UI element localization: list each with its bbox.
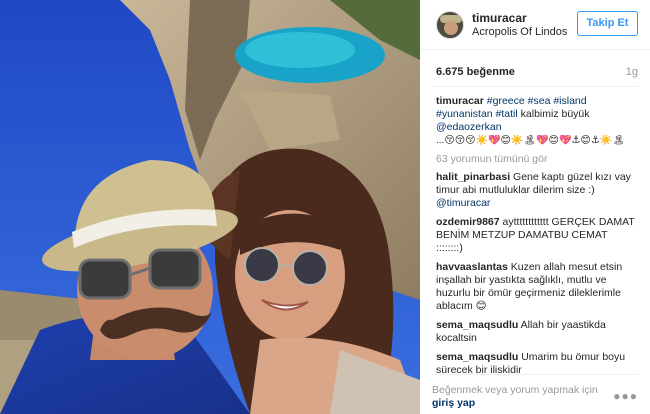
post-photo[interactable] [0,0,420,414]
comments-list: timuracar #greece #sea #island #yunanist… [436,95,636,383]
avatar[interactable] [436,11,464,39]
view-all-comments-link[interactable]: 63 yorumun tümünü gör [436,153,636,165]
post-header: timuracar Acropolis Of Lindos Takip Et [420,0,650,50]
post-footer: Beğenmek veya yorum yapmak için giriş ya… [432,374,638,410]
post-username[interactable]: timuracar [472,11,527,25]
login-prompt: Beğenmek veya yorum yapmak için giriş ya… [432,384,612,410]
comment-item: sema_maqsudlu Allah bir yaastikda kocalt… [436,319,636,345]
caption-text: kalbimiz büyük [520,108,590,120]
comment-mention[interactable]: @timuracar [436,197,490,209]
comment-username[interactable]: ozdemir9867 [436,216,500,228]
caption-username[interactable]: timuracar [436,95,484,107]
more-options-icon[interactable]: ●●● [613,389,638,403]
comment-username[interactable]: havvaaslantas [436,261,508,273]
comment-item: ozdemir9867 aytttttttttttt GERÇEK DAMAT … [436,216,636,255]
avatar-face-shape [444,21,458,35]
post-location[interactable]: Acropolis Of Lindos [472,26,567,38]
follow-button[interactable]: Takip Et [577,11,638,36]
caption-emojis: ...😚😚😚☀️💖😊☀️🏝💖😊💖⚓😊⚓☀️🏝 [436,135,625,146]
caption-hashtags-2[interactable]: #yunanistan #tatil [436,108,518,120]
selfie-photo [0,0,420,414]
post-age[interactable]: 1g [626,66,638,78]
comment-item: havvaaslantas Kuzen allah mesut etsin in… [436,261,636,313]
post-stats: 6.675 beğenme 1g [432,50,638,87]
login-link[interactable]: giriş yap [432,397,475,409]
likes-count[interactable]: 6.675 beğenme [436,66,515,78]
comment-username[interactable]: sema_maqsudlu [436,351,518,363]
comment-username[interactable]: sema_maqsudlu [436,319,518,331]
comment-username[interactable]: halit_pinarbasi [436,171,510,183]
caption-mention[interactable]: @edaozerkan [436,121,502,133]
login-prompt-text: Beğenmek veya yorum yapmak için [432,384,598,396]
post-caption: timuracar #greece #sea #island #yunanist… [436,95,636,147]
caption-hashtags-1[interactable]: #greece #sea #island [487,95,587,107]
comment-item: halit_pinarbasi Gene kaptı güzel kızı va… [436,171,636,210]
post-side-panel: timuracar Acropolis Of Lindos Takip Et 6… [420,0,650,414]
